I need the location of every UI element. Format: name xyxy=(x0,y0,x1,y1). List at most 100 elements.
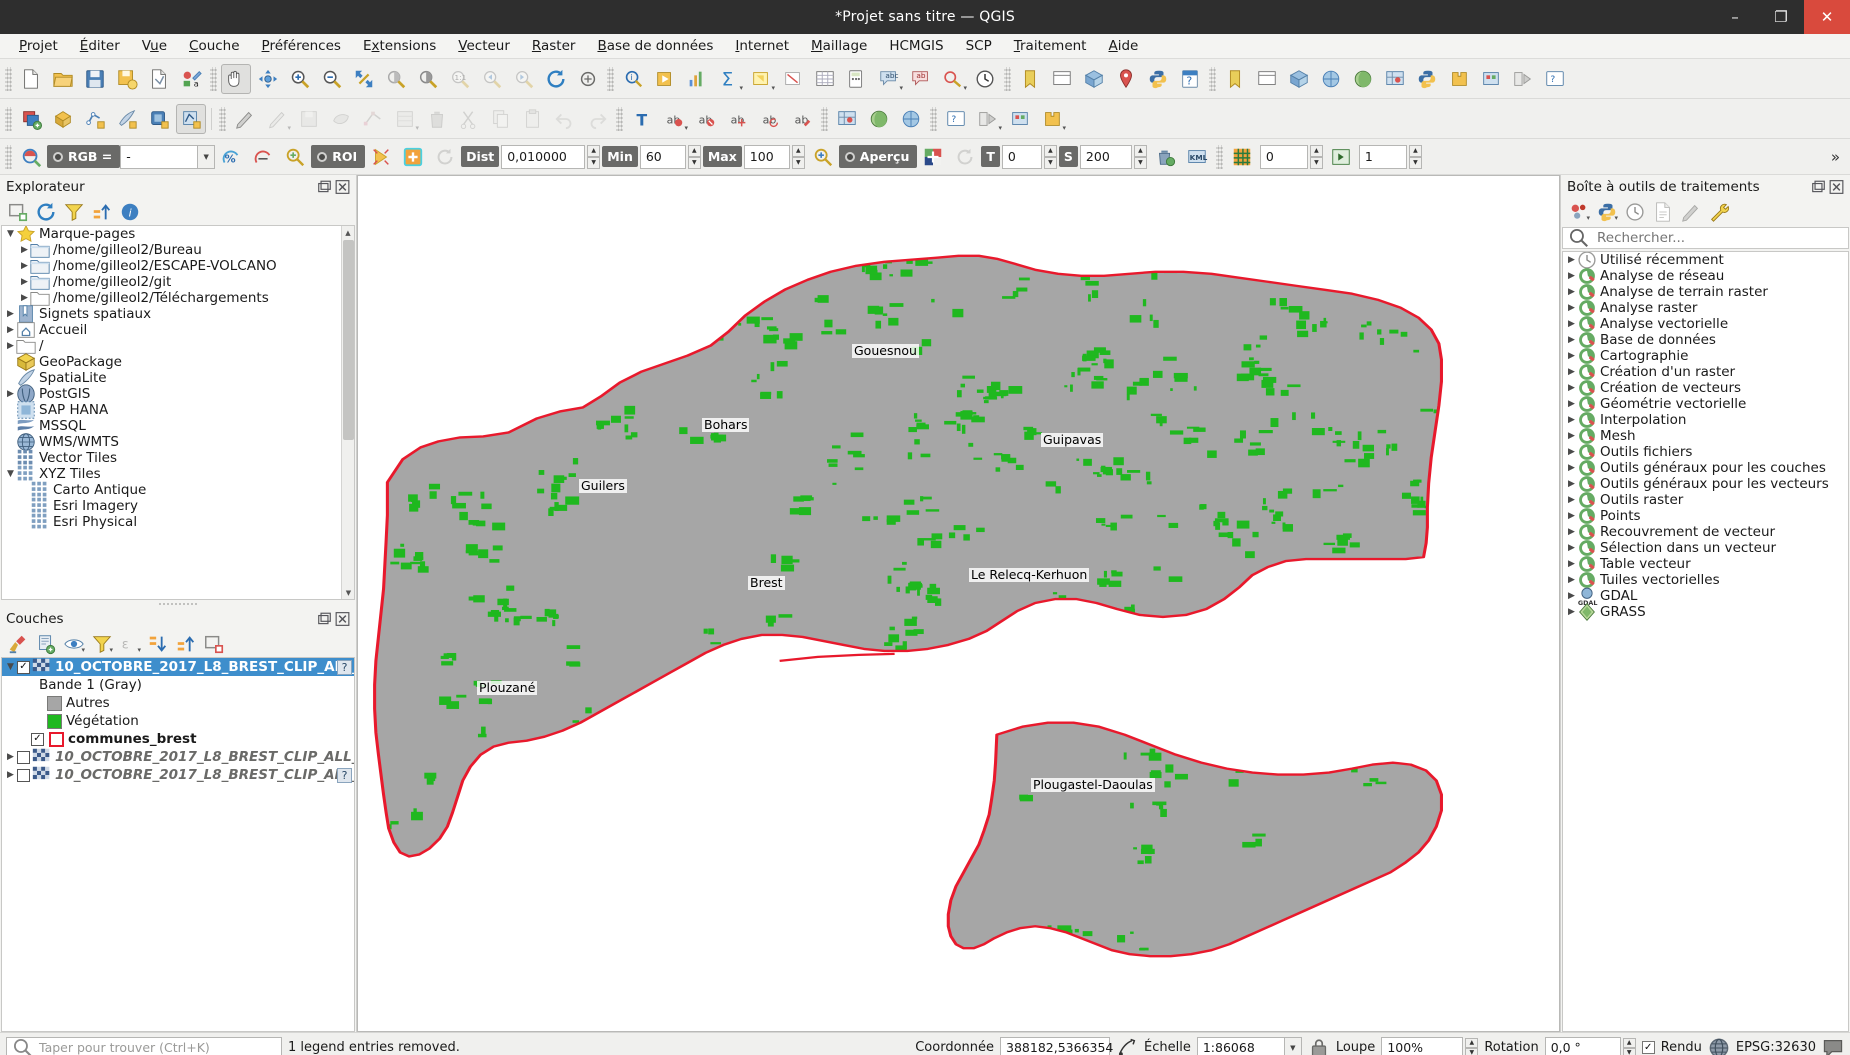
toolbar-grip[interactable] xyxy=(821,106,828,131)
python-console-button[interactable] xyxy=(1412,64,1442,94)
pin-labels-button[interactable]: ab ▾ xyxy=(659,104,689,134)
scp-next-field[interactable]: 1 xyxy=(1358,144,1407,169)
toolbar-grip[interactable] xyxy=(1209,66,1216,91)
new-text-annotation-button[interactable]: ab xyxy=(906,64,936,94)
scp-dist-field-spinner[interactable]: ▲ ▼ xyxy=(587,144,601,169)
python-script-button[interactable]: ▾ xyxy=(1595,200,1619,224)
toolbar-grip[interactable] xyxy=(210,66,217,91)
processing-tree-item[interactable]: ▶ Outils fichiers xyxy=(1563,444,1848,460)
toolbar-grip[interactable] xyxy=(5,144,12,169)
save-project-button[interactable] xyxy=(80,64,110,94)
processing-tree-item[interactable]: ▶ Outils raster xyxy=(1563,492,1848,508)
layers-float-button[interactable] xyxy=(317,611,332,626)
zoom-in-button[interactable] xyxy=(285,64,315,94)
layer-visibility-checkbox[interactable]: ✓ xyxy=(31,732,44,746)
scp-roi-radio[interactable]: ROI xyxy=(311,145,366,168)
toolbar-grip[interactable] xyxy=(1004,66,1011,91)
toolbar-grip[interactable] xyxy=(219,106,226,131)
refresh-button[interactable] xyxy=(34,200,58,224)
scp-classification-preview-button[interactable] xyxy=(918,142,948,172)
chevron-down-icon[interactable]: ▾ xyxy=(81,646,85,654)
new-print-layout-button[interactable] xyxy=(144,64,174,94)
processing-tree-item[interactable]: ▶ Création d'un raster xyxy=(1563,364,1848,380)
help-button[interactable]: ? xyxy=(1175,64,1205,94)
message-log-icon[interactable] xyxy=(1822,1037,1844,1055)
scp-roi-pointer-button[interactable] xyxy=(366,142,396,172)
plugins-button[interactable]: ▾ xyxy=(1037,104,1067,134)
explorer-float-button[interactable] xyxy=(317,179,332,194)
modify-attributes-button[interactable]: ▾ xyxy=(390,104,420,134)
scale-field[interactable]: 1:86068 xyxy=(1196,1036,1285,1055)
explorer-scrollbar[interactable]: ▲ ▼ xyxy=(341,226,354,599)
toolbar-grip[interactable] xyxy=(616,106,623,131)
collapse-all-button[interactable] xyxy=(174,632,198,656)
map-canvas[interactable]: Gouesnou Bohars Guipavas Guilers Brest Le Rel… xyxy=(357,175,1560,1032)
temporal-controller-button[interactable] xyxy=(970,64,1000,94)
menu-item-vecteur[interactable]: Vecteur xyxy=(447,35,521,57)
identify-features-button[interactable]: i xyxy=(618,64,648,94)
collapse-all-button[interactable] xyxy=(90,200,114,224)
explorer-item[interactable]: ▶ PostGIS xyxy=(2,384,354,404)
scale-dropdown-icon[interactable]: ▼ xyxy=(1284,1036,1302,1055)
explorer-item[interactable]: ▶/home/gilleol2/git xyxy=(2,274,354,290)
add-group-button[interactable] xyxy=(34,632,58,656)
processing-float-button[interactable] xyxy=(1811,179,1826,194)
undo-button[interactable] xyxy=(550,104,580,134)
processing-tree-item[interactable]: ▶ Utilisé récemment xyxy=(1563,252,1848,269)
toolbar-grip[interactable] xyxy=(930,106,937,131)
chevron-down-icon[interactable]: ▾ xyxy=(1614,214,1618,222)
menu-item-raster[interactable]: Raster xyxy=(521,35,587,57)
scp-min-field-spinner[interactable]: ▲ ▼ xyxy=(687,144,701,169)
options-wrench-button[interactable] xyxy=(1707,200,1731,224)
copy-features-button[interactable] xyxy=(486,104,516,134)
scp-next-field-spinner[interactable]: ▲ ▼ xyxy=(1408,144,1422,169)
menu-item-hcmgis[interactable]: HCMGIS xyxy=(878,35,954,57)
new-3d-map-view-button[interactable] xyxy=(1284,64,1314,94)
paste-features-button[interactable] xyxy=(518,104,548,134)
processing-tree-item[interactable]: ▶ GDAL GDAL xyxy=(1563,587,1848,607)
menu-item-maillage[interactable]: Maillage xyxy=(800,35,878,57)
explorer-item[interactable]: ▶ / xyxy=(2,338,354,354)
rotation-field[interactable]: 0,0 ° xyxy=(1544,1036,1621,1055)
menu-item-traitement[interactable]: Traitement xyxy=(1003,35,1098,57)
processing-tree-item[interactable]: ▶ Table vecteur xyxy=(1563,556,1848,572)
scp-redo-roi-button[interactable] xyxy=(430,142,460,172)
processing-tree-item[interactable]: ▶ Analyse de terrain raster xyxy=(1563,284,1848,300)
menu-item-scp[interactable]: SCP xyxy=(955,35,1003,57)
scp-s-field[interactable]: 200 xyxy=(1079,144,1132,169)
cut-features-button[interactable] xyxy=(454,104,484,134)
data-source-manager-button[interactable] xyxy=(1508,64,1538,94)
metasearch-button[interactable] xyxy=(896,104,926,134)
radio-indicator[interactable] xyxy=(317,151,328,162)
scp-next-button[interactable] xyxy=(1326,142,1356,172)
explorer-item[interactable]: SAP HANA xyxy=(2,401,354,419)
processing-tree[interactable]: ▶ Utilisé récemment ▶ Analyse de réseau ▶ Ana… xyxy=(1562,251,1849,1032)
pan-to-selection-button[interactable] xyxy=(253,64,283,94)
explorer-item[interactable]: Esri Imagery xyxy=(2,497,354,514)
rotate-label-button[interactable]: ab xyxy=(755,104,785,134)
chevron-right-icon[interactable]: ▶ xyxy=(4,770,17,780)
expand-all-button[interactable] xyxy=(146,632,170,656)
processing-tree-item[interactable]: ▶ Base de données xyxy=(1563,332,1848,348)
processing-tree-item[interactable]: ▶ Création de vecteurs xyxy=(1563,380,1848,396)
scp-remove-temp-button[interactable] xyxy=(1150,142,1180,172)
scrollbar-thumb[interactable] xyxy=(343,240,354,440)
filter-browser-button[interactable] xyxy=(62,200,86,224)
chevron-down-icon[interactable]: ▾ xyxy=(109,646,113,654)
scp-max-field-spinner[interactable]: ▲ ▼ xyxy=(791,144,805,169)
processing-search-box[interactable] xyxy=(1562,227,1849,249)
zoom-to-layer-button[interactable] xyxy=(413,64,443,94)
show-bookmarks-button[interactable] xyxy=(1047,64,1077,94)
toolbar-grip[interactable] xyxy=(1215,144,1223,169)
toolbar-grip[interactable] xyxy=(5,106,12,131)
open-attribute-table-button[interactable] xyxy=(810,64,840,94)
processing-tree-item[interactable]: ▶ Recouvrement de vecteur xyxy=(1563,524,1848,540)
menu-item-pr-f-rences[interactable]: Préférences xyxy=(251,35,352,57)
chevron-down-icon[interactable]: ▾ xyxy=(771,84,775,92)
layer-unavailable-icon[interactable]: ? xyxy=(337,767,352,783)
scp-s-field-spinner[interactable]: ▲ ▼ xyxy=(1133,144,1147,169)
explorer-item[interactable]: ▶ Signets spatiaux xyxy=(2,305,354,323)
zoom-to-selection-button[interactable] xyxy=(381,64,411,94)
menu-item--diter[interactable]: Éditer xyxy=(69,35,131,57)
chevron-down-icon[interactable]: ▾ xyxy=(739,84,743,92)
